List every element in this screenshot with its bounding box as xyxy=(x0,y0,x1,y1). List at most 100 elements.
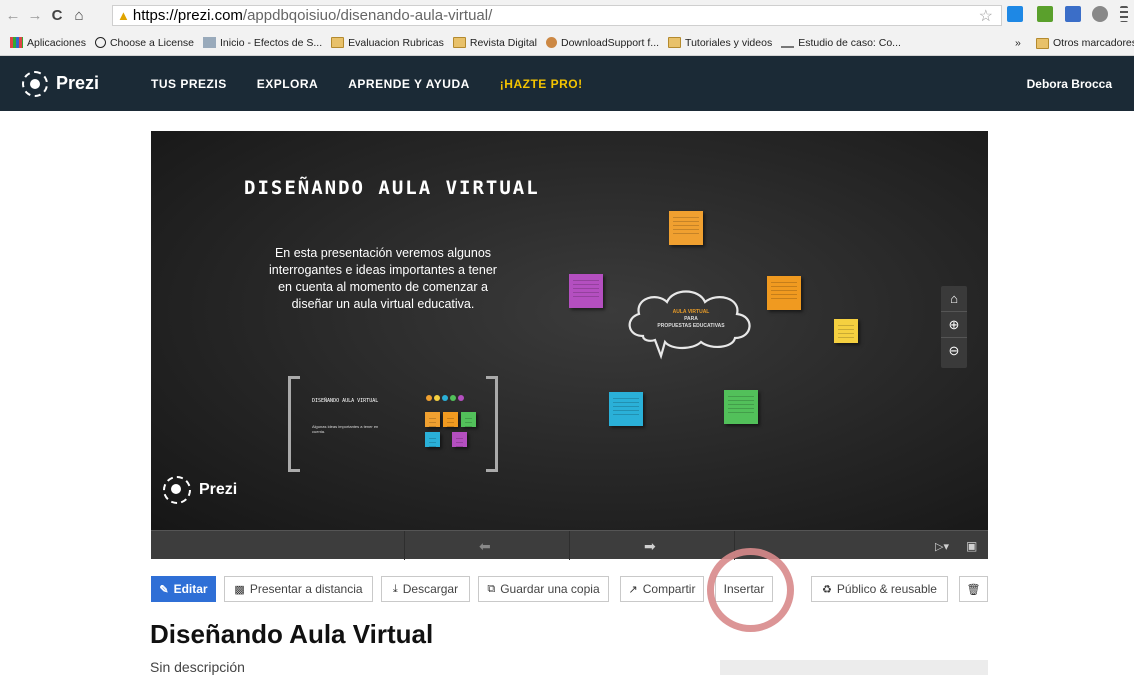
next-step-icon[interactable]: ➡ xyxy=(644,538,656,555)
sticky-note xyxy=(669,211,703,245)
url-host: https://prezi.com xyxy=(132,7,243,24)
bookmark-label: Inicio - Efectos de S... xyxy=(220,36,323,49)
lock-icon: ▲ xyxy=(117,8,130,23)
previous-step-icon[interactable]: ⬅ xyxy=(479,538,491,555)
bookmark-other[interactable]: Otros marcadores xyxy=(1036,37,1134,49)
extension-user-icon[interactable] xyxy=(1092,6,1108,22)
folder-icon xyxy=(331,37,345,48)
sticky-note xyxy=(609,392,643,426)
sticky-note xyxy=(834,319,858,343)
overview-frame: DISEÑANDO AULA VIRTUAL Algunas ideas imp… xyxy=(288,376,498,472)
prezi-header: Prezi TUS PREZIS EXPLORA APRENDE Y AYUDA… xyxy=(0,56,1134,111)
bookmark-label: Evaluacion Rubricas xyxy=(348,36,444,49)
forward-icon[interactable]: → xyxy=(26,6,44,24)
bookmark-label: DownloadSupport f... xyxy=(560,36,660,49)
present-remote-button[interactable]: ▩ Presentar a distancia xyxy=(224,576,373,602)
save-copy-button[interactable]: ⧉ Guardar una copia xyxy=(478,576,609,602)
present-remote-label: Presentar a distancia xyxy=(249,582,363,596)
folder-icon xyxy=(668,37,682,48)
stage-prezi-logo: Prezi xyxy=(163,476,237,504)
bookmark-estudio-caso[interactable]: Estudio de caso: Co... xyxy=(781,37,901,49)
trash-icon: 🗑 xyxy=(966,583,981,596)
bookmark-choose-license[interactable]: Choose a License xyxy=(94,36,195,49)
download-support-icon xyxy=(545,37,557,48)
bookmark-label: Revista Digital xyxy=(469,36,537,49)
back-icon[interactable]: ← xyxy=(4,6,22,24)
color-dot xyxy=(458,395,464,401)
fullscreen-icon[interactable]: ▣ xyxy=(966,539,977,553)
color-dot xyxy=(434,395,440,401)
prezi-logo-icon xyxy=(163,476,191,504)
zoom-controls: ⌂ ⊕ ⊖ xyxy=(941,286,967,368)
right-bracket xyxy=(486,376,498,472)
browser-toolbar: ← → C ⌂ ▲ https://prezi.com /appdbqoisiu… xyxy=(0,0,1134,30)
sticky-note xyxy=(767,276,801,310)
apps-icon xyxy=(10,37,23,48)
autoplay-icon[interactable]: ▷▾ xyxy=(935,540,949,553)
bookmark-revista-digital[interactable]: Revista Digital xyxy=(452,36,537,49)
bookmark-evaluacion-rubricas[interactable]: Evaluacion Rubricas xyxy=(331,37,444,49)
share-label: Compartir xyxy=(642,582,696,596)
cc-icon xyxy=(94,37,106,48)
color-dot xyxy=(426,395,432,401)
public-label: Público & reusable xyxy=(836,582,937,596)
sidebar-panel xyxy=(720,660,988,675)
player-bar: ⬅ ➡ ▷▾ ▣ xyxy=(151,530,988,560)
mini-sticky xyxy=(443,412,458,427)
share-icon: ↗ xyxy=(628,583,638,596)
bookmark-tutoriales[interactable]: Tutoriales y videos xyxy=(668,37,772,49)
bookmarks-overflow[interactable]: » xyxy=(1015,37,1021,49)
bookmark-apps[interactable]: Aplicaciones xyxy=(10,37,86,49)
folder-icon xyxy=(1036,37,1049,49)
nav-aprende-ayuda[interactable]: APRENDE Y AYUDA xyxy=(348,77,470,91)
logo-text: Prezi xyxy=(56,73,100,93)
bookmark-inicio-efectos[interactable]: Inicio - Efectos de S... xyxy=(203,37,322,49)
extension-screen-icon[interactable] xyxy=(1065,6,1081,22)
sticky-note xyxy=(724,390,758,424)
bookmark-label: Choose a License xyxy=(109,36,195,49)
user-menu[interactable]: Debora Brocca xyxy=(1027,77,1112,91)
bookmarks-bar: Aplicaciones Choose a License Inicio - E… xyxy=(0,30,1134,56)
page-icon xyxy=(781,37,795,48)
bookmark-label: Aplicaciones xyxy=(27,36,86,49)
save-copy-label: Guardar una copia xyxy=(500,582,600,596)
divider xyxy=(404,531,405,560)
home-icon[interactable]: ⌂ xyxy=(70,6,88,24)
reload-icon[interactable]: C xyxy=(48,6,66,24)
nav-tus-prezis[interactable]: TUS PREZIS xyxy=(151,77,227,91)
share-button[interactable]: ↗ Compartir xyxy=(620,576,704,602)
stage-logo-text: Prezi xyxy=(199,481,238,498)
prezi-logo[interactable]: Prezi xyxy=(22,70,100,97)
prezi-logo-icon xyxy=(22,70,48,97)
presentation-title: DISEÑANDO AULA VIRTUAL xyxy=(244,177,540,199)
public-reusable-button[interactable]: ♻ Público & reusable xyxy=(811,576,948,602)
page-icon xyxy=(203,37,217,48)
sticky-note xyxy=(569,274,603,308)
zoom-in-icon[interactable]: ⊕ xyxy=(941,312,967,338)
bookmark-downloadsupport[interactable]: DownloadSupport f... xyxy=(545,36,660,49)
url-bar[interactable]: ▲ https://prezi.com /appdbqoisiuo/disena… xyxy=(112,5,1002,26)
download-label: Descargar xyxy=(402,582,459,596)
color-dot xyxy=(442,395,448,401)
divider xyxy=(569,531,570,560)
mini-sticky xyxy=(452,432,467,447)
extension-it-icon[interactable] xyxy=(1037,6,1053,22)
download-button[interactable]: ⤓ Descargar xyxy=(381,576,470,602)
bookmark-label: Estudio de caso: Co... xyxy=(798,36,901,49)
presentation-viewer[interactable]: DISEÑANDO AULA VIRTUAL En esta presentac… xyxy=(151,131,988,530)
edit-button[interactable]: ✎ Editar xyxy=(151,576,216,602)
color-dot xyxy=(450,395,456,401)
nav-explora[interactable]: EXPLORA xyxy=(257,77,319,91)
home-view-icon[interactable]: ⌂ xyxy=(941,286,967,312)
cloud-line-2: PARA xyxy=(684,316,698,322)
mini-sticky xyxy=(425,432,440,447)
edit-label: Editar xyxy=(173,582,208,596)
menu-icon[interactable] xyxy=(1120,6,1128,22)
left-bracket xyxy=(288,376,300,472)
delete-button[interactable]: 🗑 xyxy=(959,576,988,602)
bookmark-star-icon[interactable]: ☆ xyxy=(979,6,993,26)
extension-d-icon[interactable] xyxy=(1007,6,1023,22)
nav-hazte-pro[interactable]: ¡HAZTE PRO! xyxy=(500,77,583,91)
zoom-out-icon[interactable]: ⊖ xyxy=(941,338,967,364)
highlight-circle xyxy=(707,548,794,632)
